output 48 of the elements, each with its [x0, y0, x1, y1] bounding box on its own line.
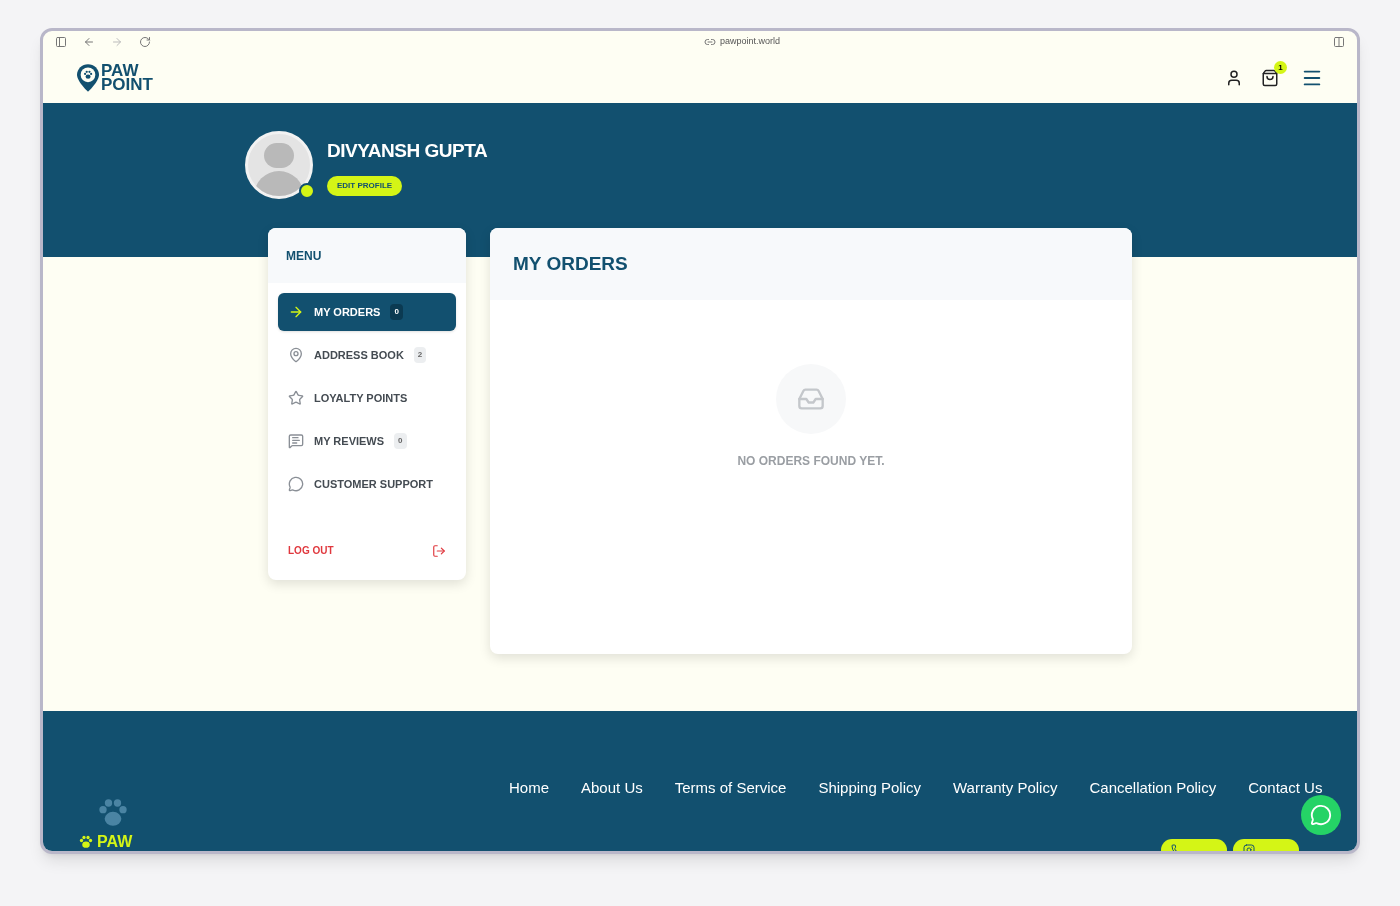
- footer-link[interactable]: Terms of Service: [674, 777, 787, 800]
- logo-text: PAW: [101, 64, 139, 78]
- address-bar[interactable]: pawpoint.world: [719, 35, 780, 49]
- profile-name: DIVYANSH GUPTA: [327, 139, 488, 163]
- count-badge: 0: [390, 304, 403, 320]
- footer-link[interactable]: Shipping Policy: [818, 777, 921, 800]
- footer-link[interactable]: Cancellation Policy: [1089, 777, 1217, 800]
- chat-icon: [288, 476, 304, 492]
- footer-link[interactable]: Home: [509, 777, 549, 800]
- orders-title: MY ORDERS: [513, 251, 628, 276]
- cart-count-badge: 1: [1274, 61, 1287, 74]
- menu-item[interactable]: LOYALTY POINTS: [278, 379, 456, 417]
- count-badge: 2: [413, 347, 427, 363]
- link-icon: [703, 36, 716, 48]
- empty-message: NO ORDERS FOUND YET.: [737, 453, 885, 470]
- menu-title: MENU: [286, 247, 322, 265]
- pin-icon: [288, 347, 304, 363]
- menu-item[interactable]: MY REVIEWS 0: [278, 422, 456, 460]
- sidebar-icon[interactable]: [55, 36, 67, 48]
- chat-icon: [1310, 804, 1332, 826]
- logo-text: PAW: [97, 834, 133, 850]
- arrow-icon: [288, 304, 304, 320]
- reload-icon[interactable]: [139, 36, 151, 48]
- edit-profile-button[interactable]: EDIT PROFILE: [327, 175, 403, 196]
- menu-item-label: ADDRESS BOOK: [314, 347, 404, 363]
- user-icon[interactable]: [1225, 69, 1243, 87]
- logo[interactable]: PAW POINT: [77, 64, 153, 92]
- menu-item-label: MY ORDERS: [314, 304, 381, 320]
- split-view-icon[interactable]: [1333, 36, 1345, 48]
- count-badge: 0: [394, 433, 407, 449]
- message-icon: [288, 433, 304, 449]
- menu-item-label: LOYALTY POINTS: [314, 390, 408, 406]
- menu-item-label: MY REVIEWS: [314, 433, 385, 449]
- chat-button[interactable]: [1301, 795, 1341, 835]
- menu-item[interactable]: CUSTOMER SUPPORT: [278, 465, 456, 503]
- logout-link[interactable]: LOG OUT: [288, 543, 334, 558]
- menu-item[interactable]: MY ORDERS 0: [278, 293, 456, 331]
- menu-item-label: CUSTOMER SUPPORT: [314, 476, 433, 492]
- footer-link[interactable]: Contact Us: [1248, 777, 1323, 800]
- logo-text: POINT: [101, 78, 153, 92]
- footer-link[interactable]: Warranty Policy: [953, 777, 1058, 800]
- back-icon[interactable]: [83, 36, 95, 48]
- pin-paw-icon: [77, 64, 99, 92]
- menu-item[interactable]: ADDRESS BOOK 2: [278, 336, 456, 374]
- star-icon: [288, 390, 304, 406]
- footer-link[interactable]: About Us: [581, 777, 643, 800]
- bag-icon[interactable]: [1261, 69, 1279, 87]
- logout-icon[interactable]: [432, 543, 446, 558]
